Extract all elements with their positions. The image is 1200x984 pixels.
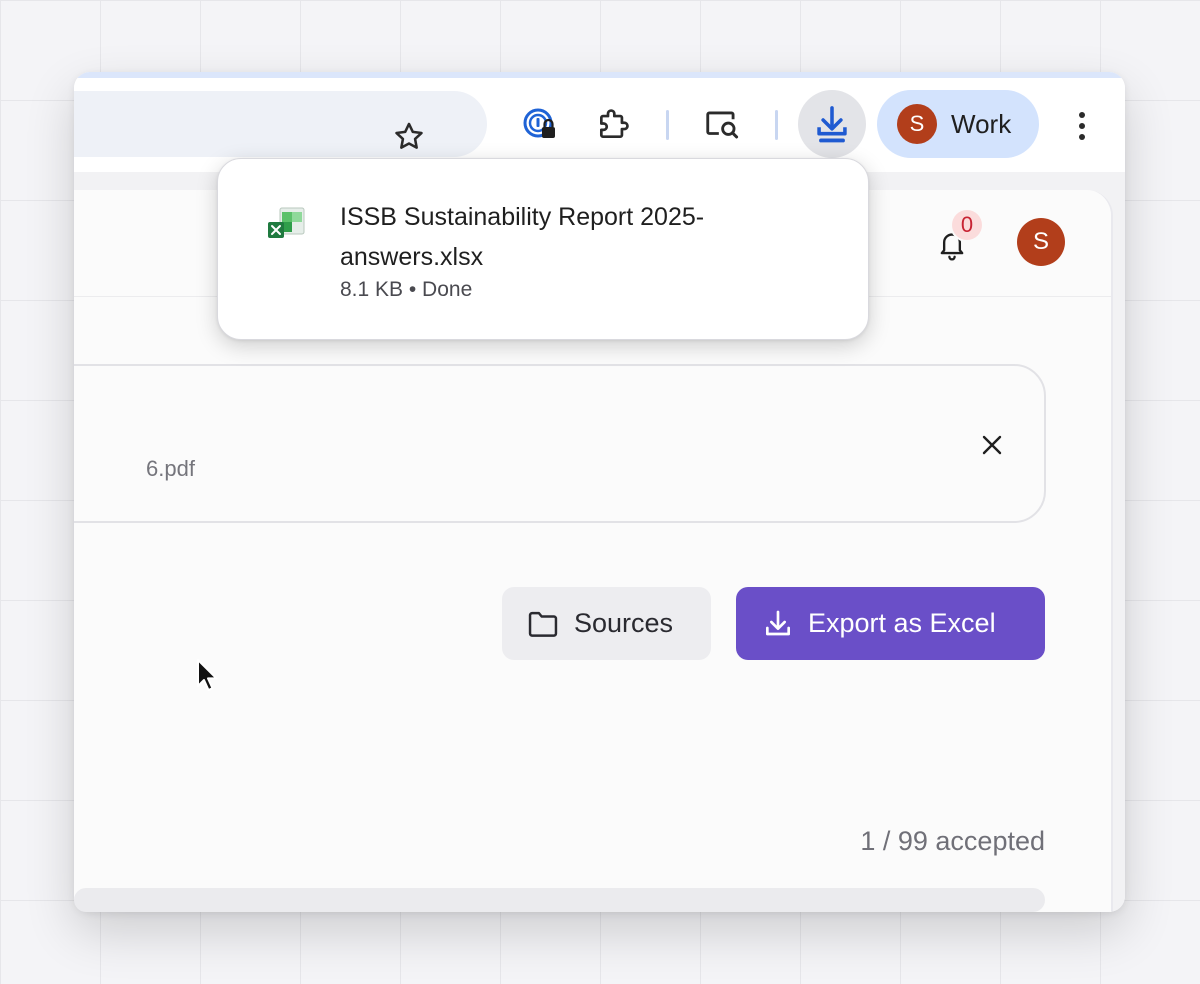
close-icon[interactable] — [975, 428, 1009, 462]
download-filename[interactable]: ISSB Sustainability Report 2025- answers… — [340, 197, 840, 277]
horizontal-scrollbar[interactable] — [74, 888, 1045, 912]
download-filename-line2: answers.xlsx — [340, 243, 484, 271]
sources-button[interactable]: Sources — [502, 587, 711, 660]
uploaded-file-card: 6.pdf — [74, 364, 1046, 523]
notifications-badge: 0 — [952, 210, 982, 240]
sources-button-label: Sources — [574, 608, 674, 638]
toolbar-separator — [775, 110, 778, 140]
profile-label: Work — [951, 108, 1012, 139]
more-vert-icon[interactable] — [1064, 102, 1100, 150]
profile-button[interactable]: S Work — [877, 90, 1039, 158]
file-name: 6.pdf — [146, 456, 195, 481]
toolbar-separator — [666, 110, 669, 140]
download-meta: 8.1 KB • Done — [340, 278, 473, 301]
screen-search-icon[interactable] — [700, 102, 744, 146]
excel-file-icon — [268, 207, 305, 238]
address-bar[interactable] — [74, 91, 487, 157]
download-icon — [817, 106, 847, 143]
export-button-label: Export as Excel — [808, 608, 996, 638]
folder-icon — [528, 611, 558, 637]
export-excel-button[interactable]: Export as Excel — [736, 587, 1045, 660]
download-filename-line1: ISSB Sustainability Report 2025- — [340, 203, 705, 231]
user-avatar[interactable]: S — [1017, 218, 1065, 266]
download-bubble: ISSB Sustainability Report 2025- answers… — [217, 158, 869, 340]
download-icon — [766, 610, 790, 635]
mouse-cursor-icon — [197, 659, 218, 691]
profile-avatar: S — [897, 104, 937, 144]
downloads-button[interactable] — [798, 90, 866, 158]
bookmark-star-icon[interactable] — [388, 116, 430, 158]
extensions-icon[interactable] — [592, 102, 636, 146]
accepted-status: 1 / 99 accepted — [860, 826, 1045, 856]
password-manager-icon[interactable] — [518, 102, 562, 146]
